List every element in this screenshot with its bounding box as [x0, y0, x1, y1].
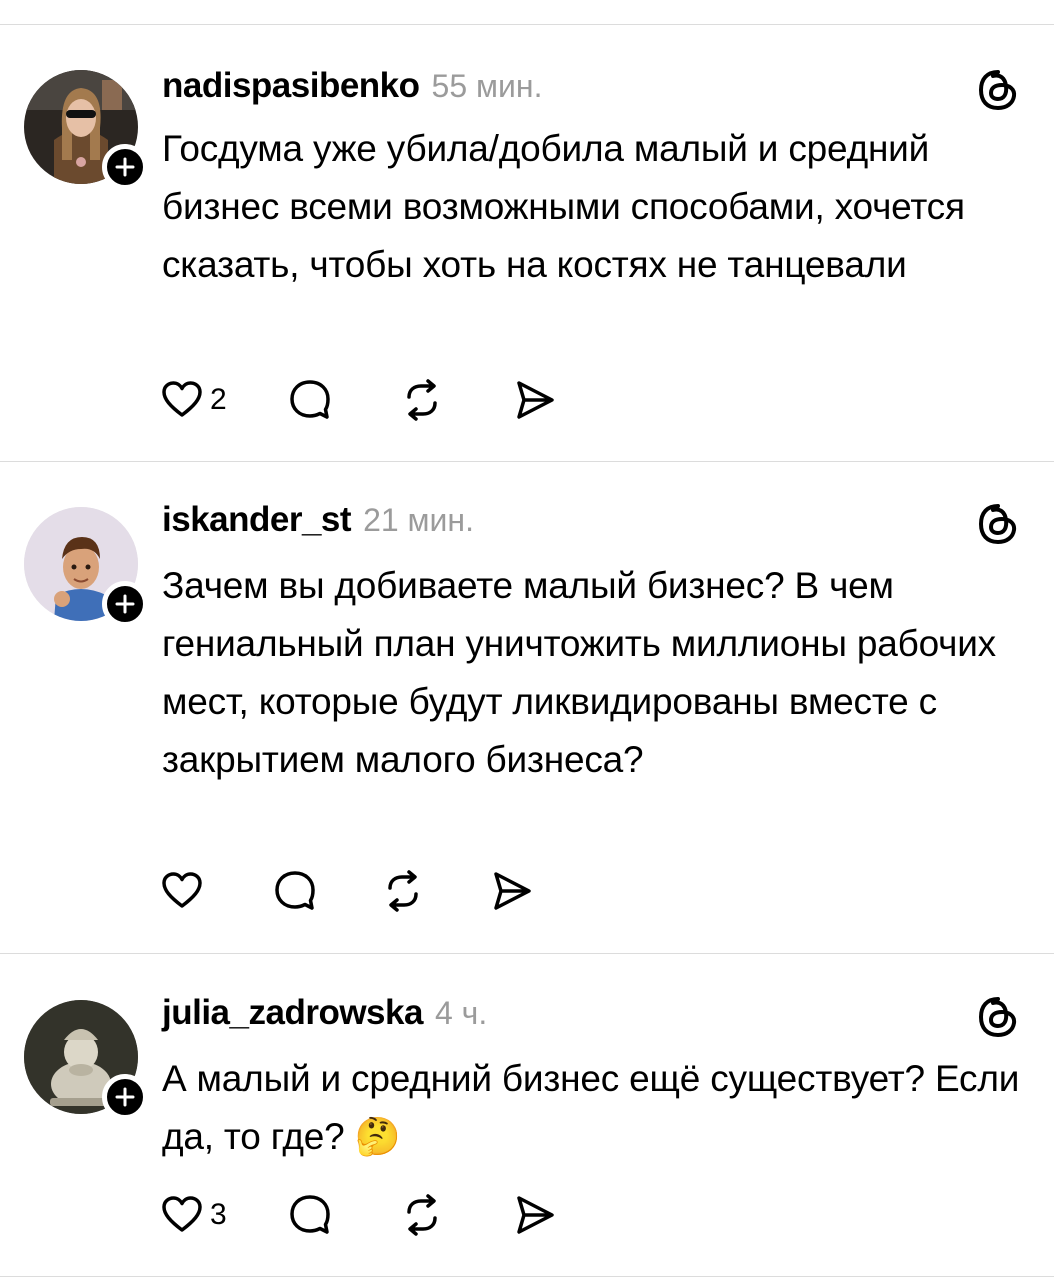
comment-bubble-icon	[289, 380, 330, 419]
comment-bubble-icon	[275, 871, 315, 910]
repost-button[interactable]	[399, 1192, 445, 1238]
plus-icon	[115, 1087, 135, 1107]
post-text: Госдума уже убила/добила малый и средний…	[162, 128, 965, 285]
post-header: julia_zadrowska 4 ч.	[162, 993, 487, 1037]
action-bar: 2	[160, 375, 557, 425]
share-button[interactable]	[511, 1192, 557, 1238]
action-bar	[160, 866, 534, 916]
send-paper-plane-icon	[494, 872, 531, 910]
threads-logo-icon[interactable]	[974, 500, 1022, 548]
timestamp: 55 мин.	[431, 68, 543, 104]
threads-logo-icon[interactable]	[974, 66, 1022, 114]
reply-button[interactable]	[287, 1192, 333, 1238]
repost-arrows-icon	[388, 870, 418, 912]
timestamp: 21 мин.	[363, 502, 474, 538]
avatar[interactable]	[24, 70, 148, 190]
follow-button[interactable]	[102, 581, 148, 627]
reply-button[interactable]	[287, 377, 333, 423]
like-button[interactable]	[160, 869, 210, 913]
repost-arrows-icon	[406, 379, 437, 421]
post-header: iskander_st 21 мин.	[162, 500, 474, 544]
reply-button[interactable]	[272, 868, 318, 914]
like-count: 2	[210, 383, 227, 416]
like-button[interactable]: 3	[160, 1193, 227, 1237]
divider-bottom	[0, 1276, 1054, 1277]
timestamp: 4 ч.	[434, 995, 488, 1031]
heart-icon	[162, 381, 202, 417]
action-bar: 3	[160, 1190, 557, 1240]
username[interactable]: nadispasibenko	[162, 66, 420, 106]
avatar[interactable]	[24, 507, 148, 627]
threads-logo-icon[interactable]	[974, 993, 1022, 1041]
follow-button[interactable]	[102, 144, 148, 190]
plus-icon	[115, 594, 135, 614]
comment-bubble-icon	[289, 1195, 330, 1234]
plus-icon	[115, 157, 135, 177]
heart-icon	[162, 872, 202, 908]
share-button[interactable]	[488, 868, 534, 914]
like-button[interactable]: 2	[160, 378, 227, 422]
heart-icon	[162, 1196, 202, 1232]
post-text: А малый и средний бизнес ещё существует?…	[162, 1058, 1020, 1157]
divider-top	[0, 24, 1054, 25]
post-header: nadispasibenko 55 мин.	[162, 66, 542, 110]
follow-button[interactable]	[102, 1074, 148, 1120]
post-text: Зачем вы добиваете малый бизнес? В чем г…	[162, 565, 996, 780]
avatar[interactable]	[24, 1000, 148, 1120]
repost-button[interactable]	[380, 868, 426, 914]
like-count: 3	[210, 1198, 227, 1231]
share-button[interactable]	[511, 377, 557, 423]
username[interactable]: julia_zadrowska	[162, 993, 423, 1033]
username[interactable]: iskander_st	[162, 500, 352, 540]
repost-arrows-icon	[406, 1194, 437, 1236]
send-paper-plane-icon	[516, 1196, 554, 1234]
send-paper-plane-icon	[516, 381, 554, 419]
divider-2	[0, 953, 1054, 954]
repost-button[interactable]	[399, 377, 445, 423]
divider-1	[0, 461, 1054, 462]
